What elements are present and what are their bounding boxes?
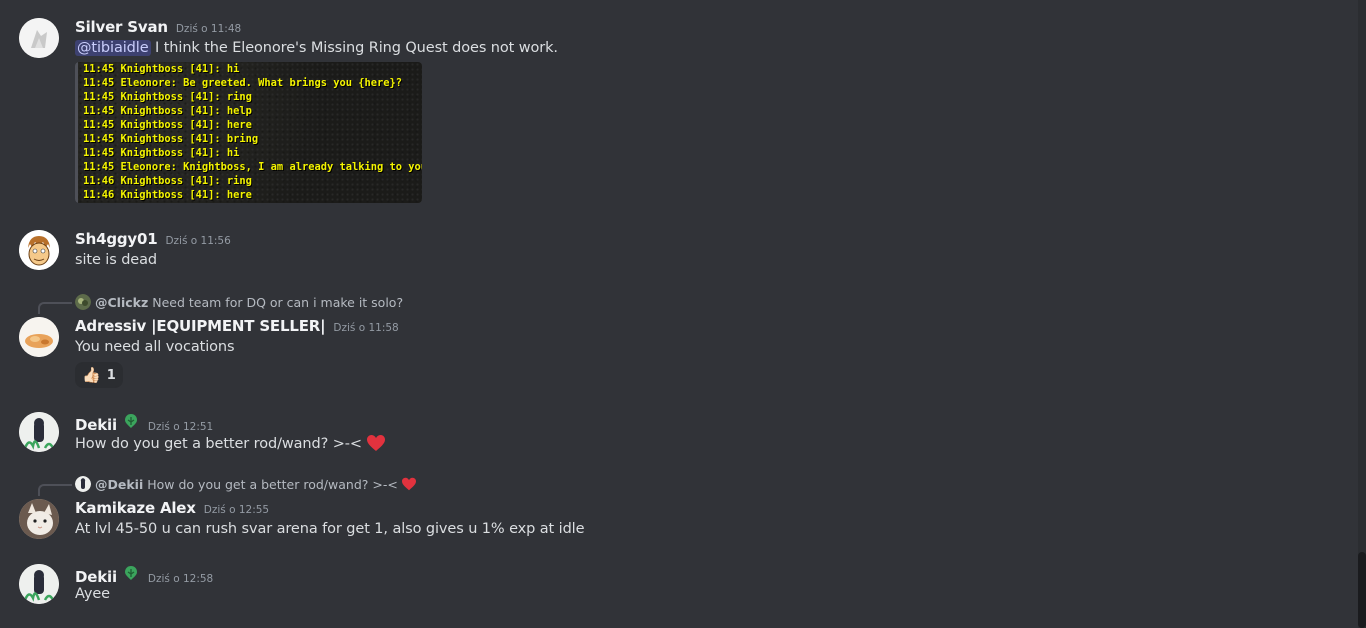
reply-username[interactable]: @Dekii [95,477,143,492]
username[interactable]: Silver Svan [75,18,168,36]
username[interactable]: Dekii [75,416,117,434]
scrollbar-track[interactable] [1358,0,1366,628]
log-line: 11:45 Eleonore: Knightboss, I am already… [83,161,422,173]
username[interactable]: Adressiv |EQUIPMENT SELLER| [75,317,326,335]
avatar[interactable] [19,499,59,539]
timestamp[interactable]: Dziś o 12:55 [204,504,269,516]
username[interactable]: Dekii [75,568,117,586]
log-line: 11:45 Knightboss [41]: here [83,119,252,131]
timestamp[interactable]: Dziś o 11:58 [333,322,398,334]
message-text: Ayee [75,586,110,602]
reply-connector [38,302,72,314]
reaction-count: 1 [106,367,116,383]
reaction-thumbs-up[interactable]: 👍🏻 1 [75,362,123,388]
log-line: 11:46 Knightboss [41]: here [83,189,252,201]
image-attachment[interactable]: 11:45 Knightboss [41]: hi 11:45 Eleonore… [75,62,422,203]
timestamp[interactable]: Dziś o 12:58 [148,573,213,585]
username[interactable]: Sh4ggy01 [75,230,158,248]
log-line: 11:45 Knightboss [41]: ring [83,91,252,103]
username[interactable]: Kamikaze Alex [75,499,196,517]
message-text: At lvl 45-50 u can rush svar arena for g… [75,521,585,537]
reply-connector [38,484,72,496]
log-line: 11:46 Knightboss [41]: ring [83,175,252,187]
message-text: site is dead [75,252,158,268]
reply-reference[interactable]: @Clickz Need team for DQ or can i make i… [75,294,403,310]
red-heart-icon [401,477,416,491]
leaf-badge-icon[interactable] [122,564,140,582]
message-body: I think the Eleonore's Missing Ring Ques… [150,40,558,56]
reply-avatar [75,476,91,492]
avatar[interactable] [19,18,59,58]
avatar[interactable] [19,412,59,452]
chat-log-image: 11:45 Knightboss [41]: hi 11:45 Eleonore… [75,62,422,202]
message-body: How do you get a better rod/wand? >-< [75,436,362,452]
scrollbar-thumb[interactable] [1358,552,1366,628]
reply-reference[interactable]: @Dekii How do you get a better rod/wand?… [75,476,417,492]
timestamp[interactable]: Dziś o 11:48 [176,23,241,35]
user-mention[interactable]: @tibiaidle [75,40,151,56]
thumbs-up-icon: 👍🏻 [82,366,101,384]
log-line: 11:45 Eleonore: Be greeted. What brings … [83,77,403,89]
red-heart-icon [366,435,385,451]
log-line: 11:45 Knightboss [41]: bring [83,133,259,145]
log-line: 11:45 Knightboss [41]: help [83,105,252,117]
timestamp[interactable]: Dziś o 11:56 [165,235,230,247]
reply-avatar [75,294,91,310]
reply-text: How do you get a better rod/wand? >-< [147,476,398,492]
leaf-badge-icon[interactable] [122,412,140,430]
reply-username[interactable]: @Clickz [95,295,148,310]
avatar[interactable] [19,230,59,270]
avatar[interactable] [19,564,59,604]
message-text: @tibiaidle I think the Eleonore's Missin… [75,40,558,56]
avatar[interactable] [19,317,59,357]
message-text: How do you get a better rod/wand? >-< [75,434,386,452]
log-line: 11:45 Knightboss [41]: hi [83,63,240,75]
message-text: You need all vocations [75,339,235,355]
reply-text: Need team for DQ or can i make it solo? [152,294,404,310]
log-line: 11:45 Knightboss [41]: hi [83,147,240,159]
timestamp[interactable]: Dziś o 12:51 [148,421,213,433]
